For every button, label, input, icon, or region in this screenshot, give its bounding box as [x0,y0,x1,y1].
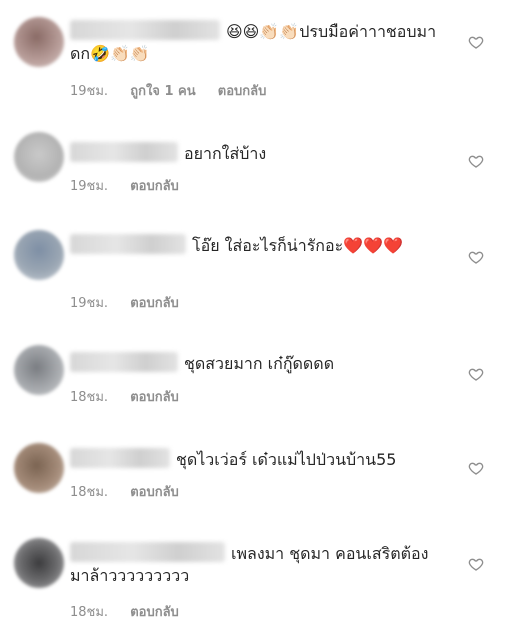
reply-button[interactable]: ตอบกลับ [130,390,179,405]
timestamp: 19ชม. [70,179,109,194]
comment-text: อยากใส่บ้าง [70,142,445,165]
comment-meta: 18ชม. ตอบกลับ [70,481,197,502]
comment-text: เพลงมา ชุดมา คอนเสริตต้องมาล้าววววววววว [70,542,429,585]
reply-button[interactable]: ตอบกลับ [130,485,179,500]
avatar[interactable] [14,17,64,67]
timestamp: 19ชม. [70,296,109,311]
heart-icon[interactable] [468,249,484,265]
heart-icon[interactable] [468,366,484,382]
reply-button[interactable]: ตอบกลับ [130,605,179,620]
username-blurred[interactable] [70,542,225,562]
reply-button[interactable]: ตอบกลับ [218,84,267,99]
username-blurred[interactable] [70,352,178,372]
heart-icon[interactable] [468,460,484,476]
avatar[interactable] [14,443,64,493]
comment-text: ชุดสวยมาก เก๋กู๊ดดดด [70,352,445,375]
avatar[interactable] [14,230,64,280]
avatar[interactable] [14,345,64,395]
likes-count-link[interactable]: ถูกใจ 1 คน [130,84,195,99]
reply-button[interactable]: ตอบกลับ [130,179,179,194]
comment-text: ชุดไวเว่อร์ เด๋วแม่ไปป่วนบ้าน55 [70,448,445,471]
comment-text: โอ๊ย ใส่อะไรก็น่ารักอะ❤️❤️❤️ [70,234,445,257]
reply-button[interactable]: ตอบกลับ [130,296,179,311]
avatar[interactable] [14,538,64,588]
timestamp: 18ชม. [70,605,109,620]
heart-icon[interactable] [468,556,484,572]
comment-meta: 19ชม. ตอบกลับ [70,175,197,196]
comment-meta: 18ชม. ตอบกลับ [70,386,197,407]
username-blurred[interactable] [70,448,170,468]
avatar[interactable] [14,132,64,182]
username-blurred[interactable] [70,142,178,162]
heart-icon[interactable] [468,153,484,169]
comment-meta: 19ชม. ถูกใจ 1 คน ตอบกลับ [70,80,284,101]
username-blurred[interactable] [70,234,186,254]
timestamp: 18ชม. [70,390,109,405]
comment-meta: 18ชม. ตอบกลับ [70,601,197,622]
timestamp: 19ชม. [70,84,109,99]
comment-text: 😆😆👏🏻👏🏻ปรบมือค่าาาชอบมาดก🤣👏🏻👏🏻 [70,20,437,63]
heart-icon[interactable] [468,34,484,50]
timestamp: 18ชม. [70,485,109,500]
comment-meta: 19ชม. ตอบกลับ [70,292,197,313]
username-blurred[interactable] [70,20,220,40]
